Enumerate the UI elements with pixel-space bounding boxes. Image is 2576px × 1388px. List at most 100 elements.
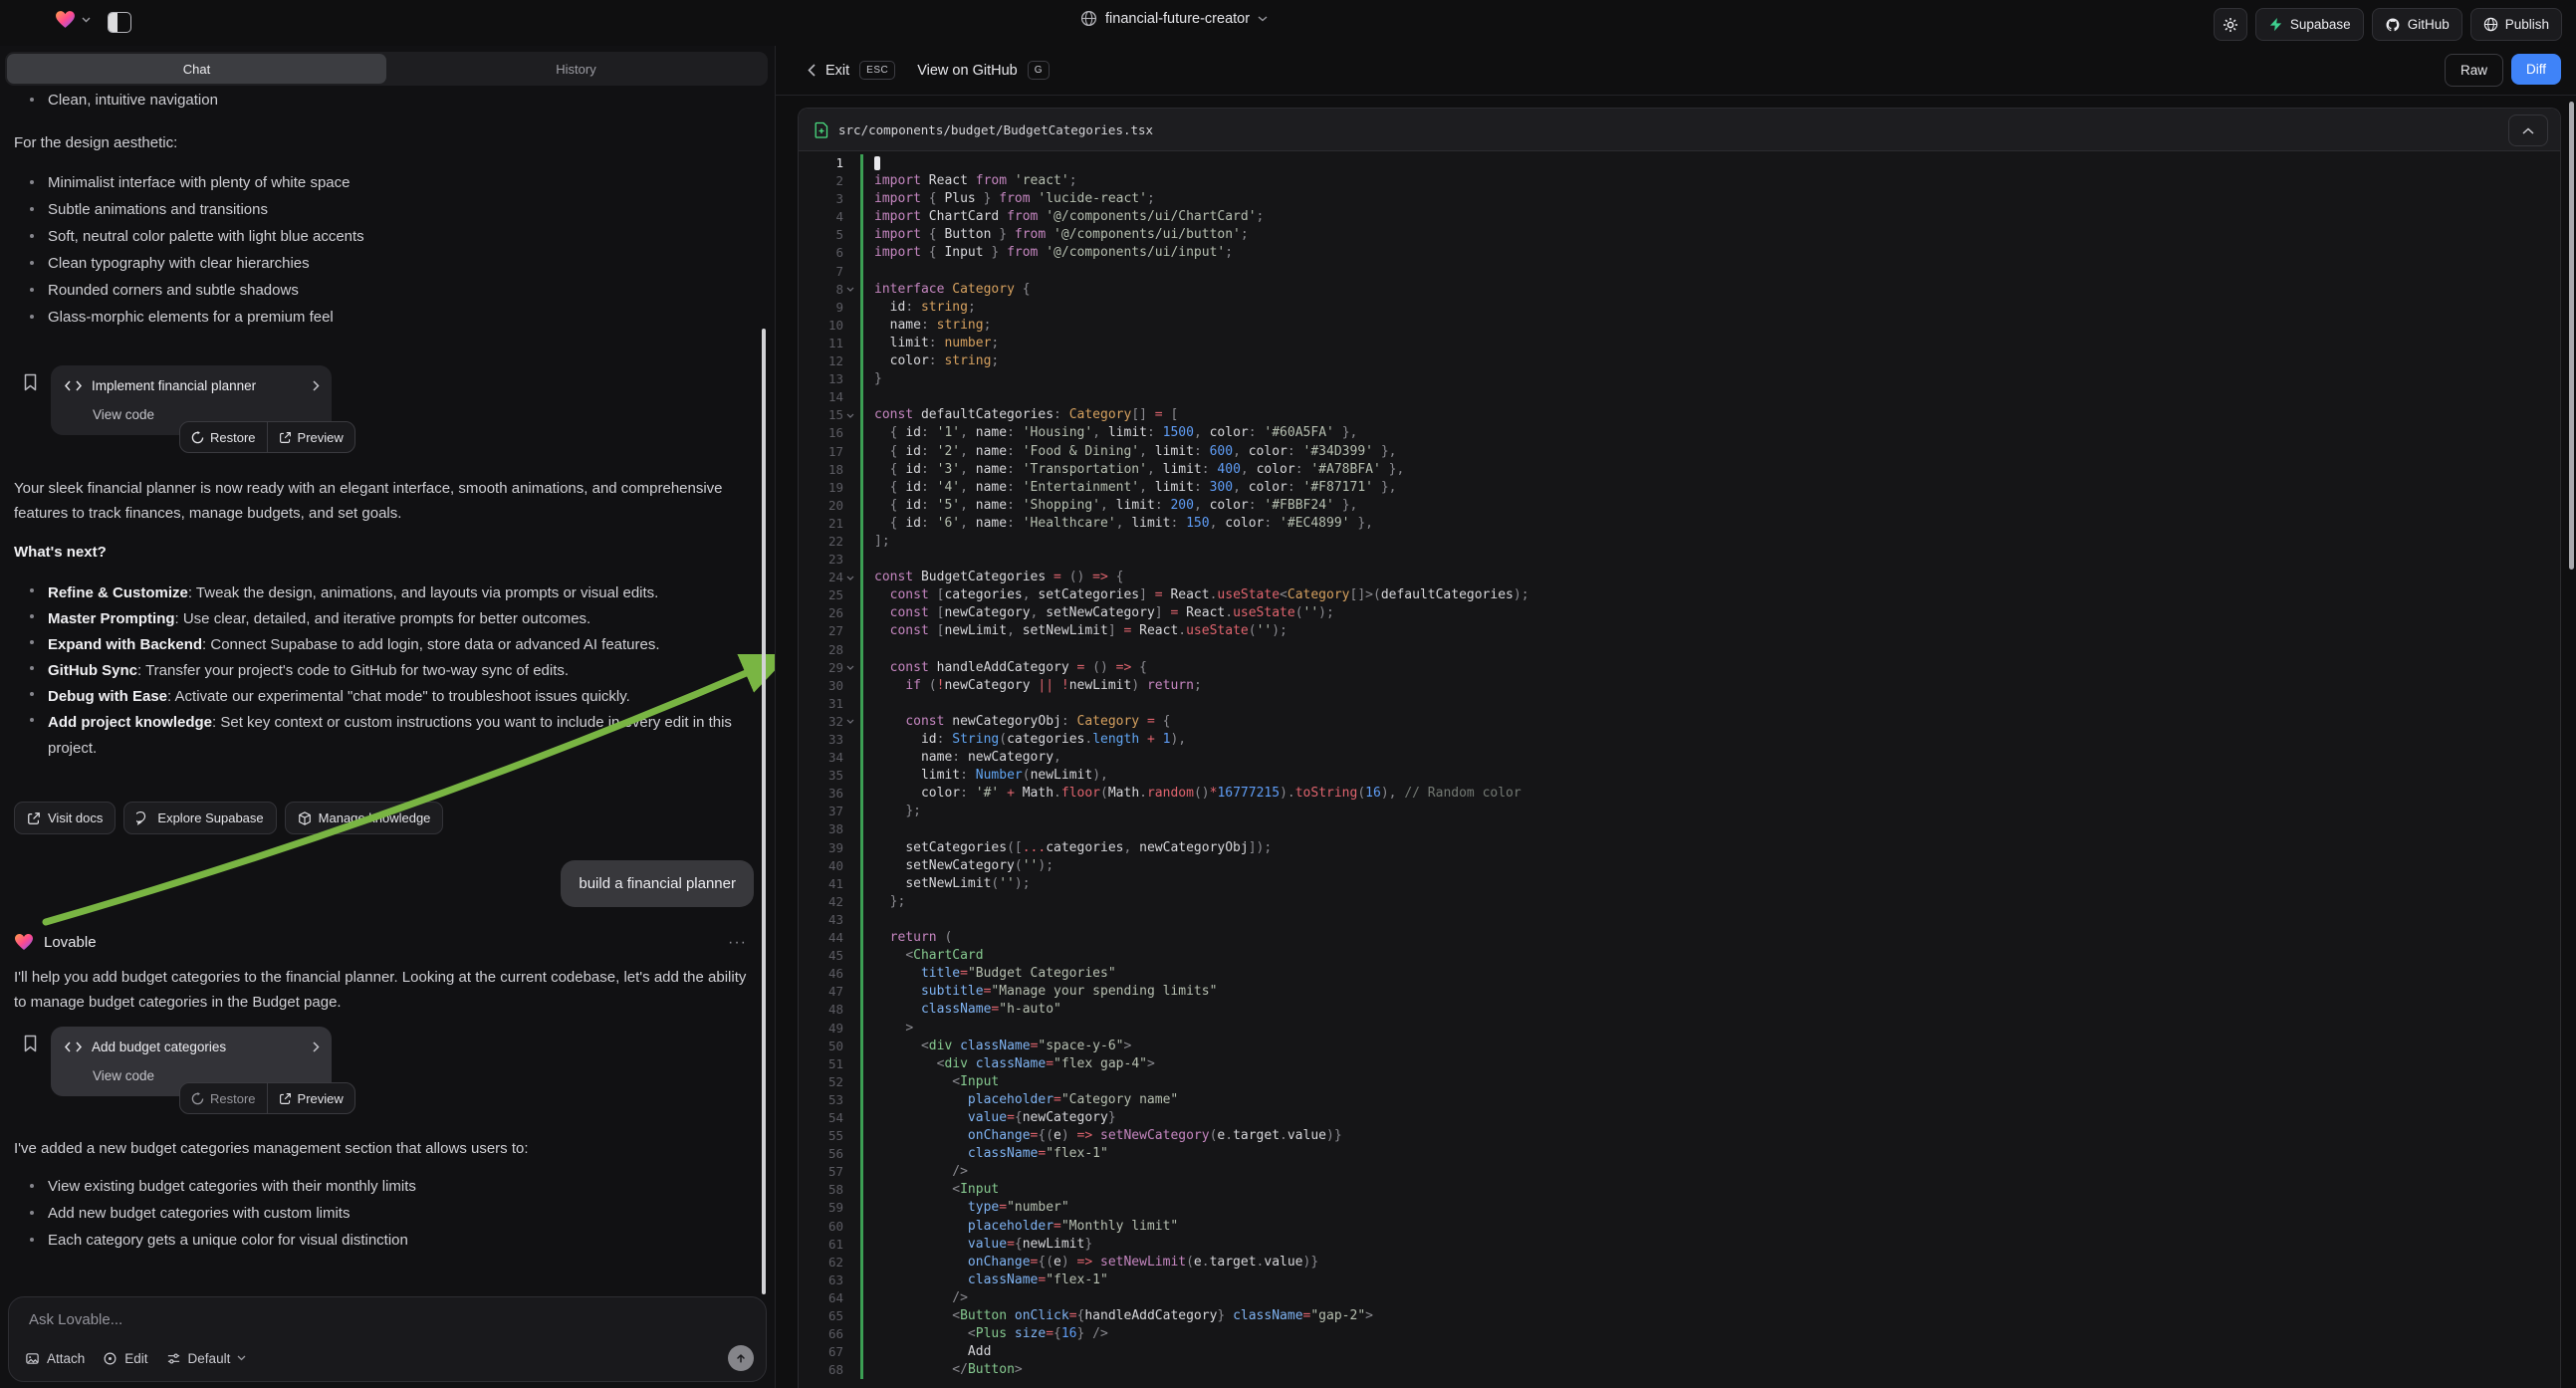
view-on-github-button[interactable]: View on GitHub bbox=[917, 63, 1017, 79]
line-number: 67 bbox=[816, 1343, 843, 1361]
preview-button[interactable]: Preview bbox=[268, 1083, 354, 1113]
user-message: build a financial planner bbox=[561, 860, 754, 907]
manage-knowledge-button[interactable]: Manage knowledge bbox=[285, 802, 444, 834]
code-line: 33 id: String(categories.length + 1), bbox=[799, 731, 2560, 749]
code-line: 64 /> bbox=[799, 1289, 2560, 1307]
tab-history[interactable]: History bbox=[386, 54, 766, 84]
code-line: 52 <Input bbox=[799, 1073, 2560, 1091]
code-line: 30 if (!newCategory || !newLimit) return… bbox=[799, 677, 2560, 695]
chat-scrollbar[interactable] bbox=[762, 329, 766, 1294]
supabase-button[interactable]: Supabase bbox=[2255, 8, 2364, 41]
list-item: Debug with Ease: Activate our experiment… bbox=[14, 684, 761, 710]
list-item: Glass-morphic elements for a premium fee… bbox=[14, 307, 761, 328]
github-button[interactable]: GitHub bbox=[2372, 8, 2462, 41]
chevron-down-icon bbox=[1258, 16, 1268, 22]
code-line: 41 setNewLimit(''); bbox=[799, 875, 2560, 893]
version-card-title: Add budget categories bbox=[92, 1035, 303, 1059]
code-content: 12import React from 'react';3import { Pl… bbox=[799, 150, 2560, 1388]
list-item: View existing budget categories with the… bbox=[14, 1176, 761, 1197]
line-number: 2 bbox=[816, 172, 843, 190]
exit-button[interactable]: Exit bbox=[825, 63, 849, 79]
diff-toggle-button[interactable]: Diff bbox=[2511, 54, 2561, 85]
external-link-icon bbox=[279, 1092, 292, 1105]
code-line: 35 limit: Number(newLimit), bbox=[799, 767, 2560, 785]
publish-globe-icon bbox=[2483, 17, 2498, 32]
attach-button[interactable]: Attach bbox=[25, 1351, 85, 1366]
file-header[interactable]: src/components/budget/BudgetCategories.t… bbox=[799, 109, 2560, 151]
editor-scrollbar[interactable] bbox=[2569, 102, 2574, 570]
line-number: 34 bbox=[816, 749, 843, 767]
fold-chevron-icon[interactable] bbox=[843, 287, 856, 292]
bookmark-icon[interactable] bbox=[23, 373, 38, 391]
chat-history-tabs: Chat History bbox=[5, 52, 768, 86]
line-number: 11 bbox=[816, 335, 843, 352]
code-line: 15const defaultCategories: Category[] = … bbox=[799, 406, 2560, 424]
fold-chevron-icon[interactable] bbox=[843, 576, 856, 580]
code-line: 5import { Button } from '@/components/ui… bbox=[799, 226, 2560, 244]
code-line: 32 const newCategoryObj: Category = { bbox=[799, 713, 2560, 731]
chevron-left-icon[interactable] bbox=[808, 64, 816, 77]
line-number: 4 bbox=[816, 208, 843, 226]
line-number: 57 bbox=[816, 1163, 843, 1181]
code-line: 54 value={newCategory} bbox=[799, 1109, 2560, 1127]
line-number: 21 bbox=[816, 515, 843, 533]
line-number: 61 bbox=[816, 1236, 843, 1254]
fold-chevron-icon[interactable] bbox=[843, 413, 856, 418]
list-item: Expand with Backend: Connect Supabase to… bbox=[14, 632, 761, 658]
code-line: 18 { id: '3', name: 'Transportation', li… bbox=[799, 461, 2560, 479]
bookmark-icon[interactable] bbox=[23, 1035, 38, 1052]
explore-supabase-button[interactable]: Explore Supabase bbox=[123, 802, 276, 834]
list-item: GitHub Sync: Transfer your project's cod… bbox=[14, 658, 761, 684]
line-number: 23 bbox=[816, 551, 843, 569]
restore-button[interactable]: Restore bbox=[180, 1083, 267, 1113]
settings-button[interactable] bbox=[2214, 8, 2247, 41]
code-icon bbox=[65, 380, 82, 391]
preview-button[interactable]: Preview bbox=[268, 422, 354, 452]
mode-select[interactable]: Default bbox=[166, 1351, 247, 1366]
list-item: Each category gets a unique color for vi… bbox=[14, 1230, 761, 1251]
gear-icon bbox=[2223, 17, 2238, 33]
code-line: 26 const [newCategory, setNewCategory] =… bbox=[799, 604, 2560, 622]
raw-toggle-button[interactable]: Raw bbox=[2445, 54, 2503, 87]
external-link-icon bbox=[27, 811, 41, 825]
tab-chat[interactable]: Chat bbox=[7, 54, 386, 84]
code-line: 49 > bbox=[799, 1020, 2560, 1038]
lovable-menu[interactable] bbox=[55, 10, 91, 29]
code-line: 55 onChange={(e) => setNewCategory(e.tar… bbox=[799, 1127, 2560, 1145]
chat-input[interactable]: Ask Lovable... bbox=[29, 1311, 122, 1328]
collapse-file-button[interactable] bbox=[2508, 115, 2548, 146]
code-viewer-panel: Exit ESC View on GitHub G Raw Diff src/c… bbox=[775, 46, 2576, 1388]
code-line: 39 setCategories([...categories, newCate… bbox=[799, 839, 2560, 857]
line-number: 18 bbox=[816, 461, 843, 479]
fold-chevron-icon[interactable] bbox=[843, 719, 856, 724]
restore-button[interactable]: Restore bbox=[180, 422, 267, 452]
line-number: 12 bbox=[816, 352, 843, 370]
edit-button[interactable]: Edit bbox=[103, 1351, 147, 1366]
supabase-icon bbox=[2268, 17, 2283, 32]
code-line: 4import ChartCard from '@/components/ui/… bbox=[799, 208, 2560, 226]
code-line: 25 const [categories, setCategories] = R… bbox=[799, 586, 2560, 604]
more-options-icon[interactable]: ··· bbox=[728, 930, 747, 955]
fold-chevron-icon[interactable] bbox=[843, 665, 856, 670]
code-line: 17 { id: '2', name: 'Food & Dining', lim… bbox=[799, 443, 2560, 461]
line-number: 48 bbox=[816, 1001, 843, 1019]
globe-icon bbox=[1080, 10, 1097, 27]
visit-docs-button[interactable]: Visit docs bbox=[14, 802, 116, 834]
code-line: 38 bbox=[799, 820, 2560, 838]
code-line: 67 Add bbox=[799, 1343, 2560, 1361]
line-number: 22 bbox=[816, 533, 843, 551]
toggle-sidebar-icon[interactable] bbox=[108, 12, 131, 33]
project-menu[interactable]: financial-future-creator bbox=[1080, 10, 1268, 27]
code-line: 19 { id: '4', name: 'Entertainment', lim… bbox=[799, 479, 2560, 497]
send-button[interactable] bbox=[728, 1345, 754, 1371]
line-number: 10 bbox=[816, 317, 843, 335]
g-key-badge: G bbox=[1028, 61, 1050, 80]
publish-button[interactable]: Publish bbox=[2470, 8, 2562, 41]
image-icon bbox=[25, 1351, 40, 1366]
code-line: 3import { Plus } from 'lucide-react'; bbox=[799, 190, 2560, 208]
code-line: 57 /> bbox=[799, 1163, 2560, 1181]
code-line: 9 id: string; bbox=[799, 299, 2560, 317]
external-link-icon bbox=[279, 431, 292, 444]
top-bar: financial-future-creator Supabase GitHub bbox=[0, 0, 2576, 46]
line-number: 52 bbox=[816, 1073, 843, 1091]
